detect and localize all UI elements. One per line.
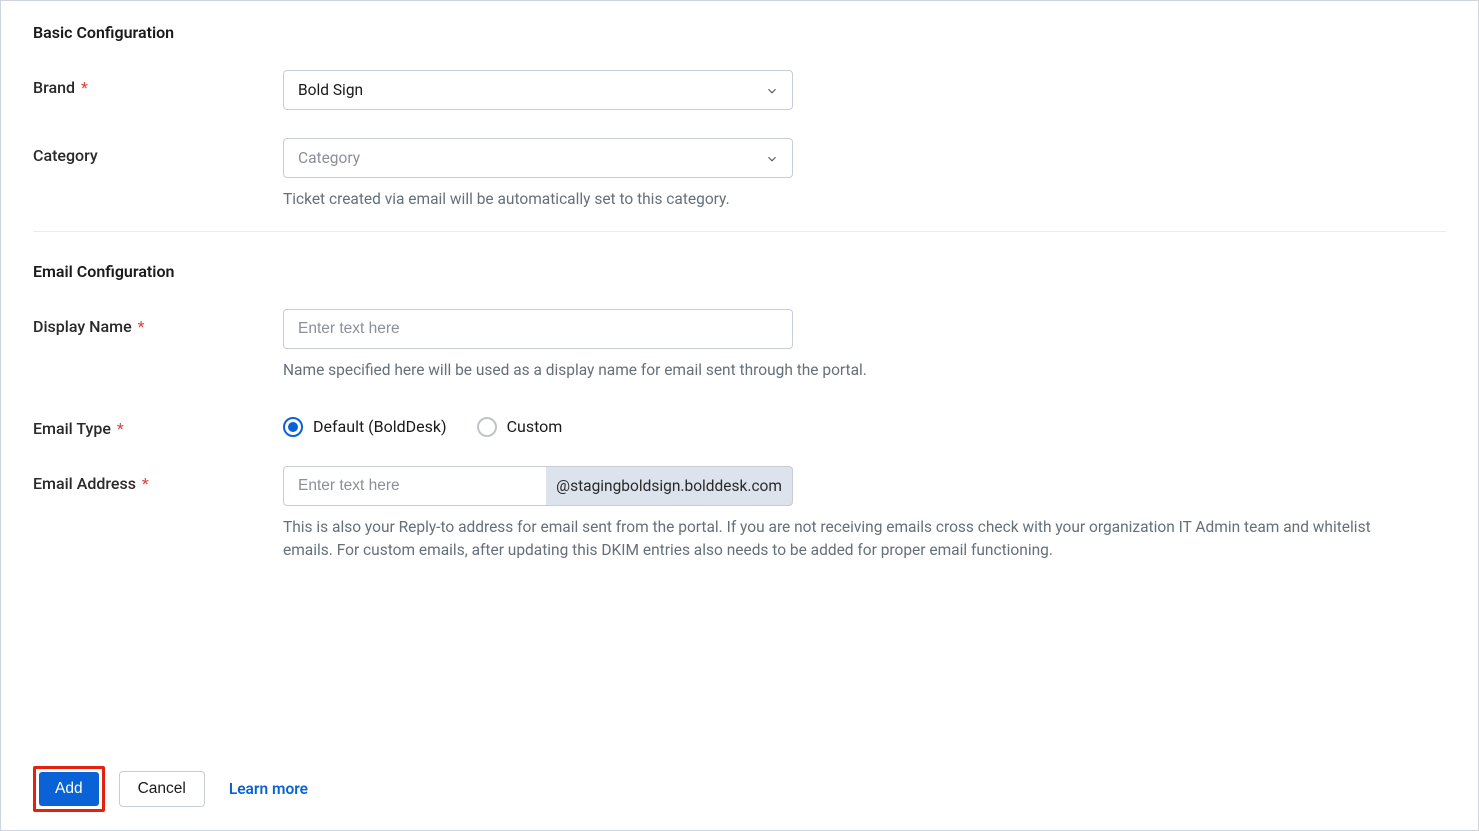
email-type-label: Email Type <box>33 419 111 438</box>
display-name-help-text: Name specified here will be used as a di… <box>283 359 1446 382</box>
email-address-input[interactable] <box>283 466 546 506</box>
email-type-radio-group: Default (BoldDesk) Custom <box>283 411 1446 437</box>
radio-unchecked-icon <box>477 417 497 437</box>
section-divider <box>33 231 1446 232</box>
category-row: Category Category Ticket created via ema… <box>33 138 1446 211</box>
email-type-row: Email Type * Default (BoldDesk) Custom <box>33 411 1446 438</box>
email-address-suffix: @stagingboldsign.bolddesk.com <box>546 466 793 506</box>
required-mark: * <box>81 78 88 97</box>
email-type-custom-label: Custom <box>507 417 563 436</box>
brand-label: Brand <box>33 78 75 97</box>
display-name-input[interactable] <box>283 309 793 349</box>
brand-select[interactable]: Bold Sign <box>283 70 793 110</box>
email-type-default-radio[interactable]: Default (BoldDesk) <box>283 417 447 437</box>
add-button[interactable]: Add <box>39 772 99 806</box>
category-help-text: Ticket created via email will be automat… <box>283 188 1446 211</box>
radio-checked-icon <box>283 417 303 437</box>
email-type-custom-radio[interactable]: Custom <box>477 417 563 437</box>
config-form-panel: Basic Configuration Brand * Bold Sign <box>0 0 1479 831</box>
cancel-button[interactable]: Cancel <box>119 771 205 807</box>
category-select-placeholder: Category <box>298 149 360 167</box>
required-mark: * <box>138 317 145 336</box>
required-mark: * <box>142 474 149 493</box>
learn-more-link[interactable]: Learn more <box>229 780 308 798</box>
email-address-label: Email Address <box>33 474 136 493</box>
basic-config-title: Basic Configuration <box>33 23 1446 42</box>
email-type-default-label: Default (BoldDesk) <box>313 417 447 436</box>
display-name-row: Display Name * Name specified here will … <box>33 309 1446 382</box>
email-address-group: @stagingboldsign.bolddesk.com <box>283 466 793 506</box>
category-select[interactable]: Category <box>283 138 793 178</box>
display-name-label: Display Name <box>33 317 132 336</box>
email-address-row: Email Address * @stagingboldsign.bolddes… <box>33 466 1446 563</box>
brand-select-value: Bold Sign <box>298 81 363 99</box>
email-config-title: Email Configuration <box>33 262 1446 281</box>
category-label: Category <box>33 146 98 165</box>
form-footer: Add Cancel Learn more <box>33 766 1446 812</box>
email-address-help-text: This is also your Reply-to address for e… <box>283 516 1413 563</box>
add-button-highlight: Add <box>33 766 105 812</box>
required-mark: * <box>117 419 124 438</box>
brand-row: Brand * Bold Sign <box>33 70 1446 110</box>
form-content: Basic Configuration Brand * Bold Sign <box>33 23 1446 766</box>
